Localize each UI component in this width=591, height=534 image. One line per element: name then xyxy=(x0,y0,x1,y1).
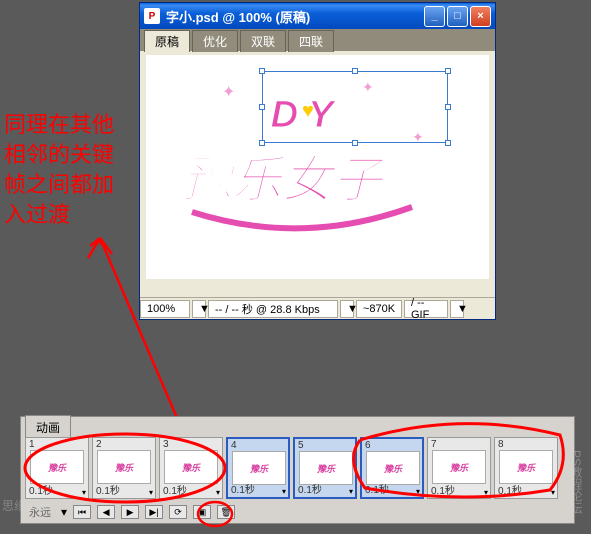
prev-frame-button[interactable]: ◀ xyxy=(97,505,115,519)
loop-dd-icon[interactable]: ▾ xyxy=(61,505,67,519)
new-frame-button[interactable]: ▣ xyxy=(193,505,211,519)
transform-selection[interactable] xyxy=(262,71,448,143)
zoom-dropdown[interactable]: ▼ xyxy=(192,300,206,318)
frame-4[interactable]: 4豫乐0.1秒▾ xyxy=(226,437,290,499)
frame-5[interactable]: 5豫乐0.1秒▾ xyxy=(293,437,357,499)
info-dropdown[interactable]: ▼ xyxy=(340,300,354,318)
tab-optimized[interactable]: 优化 xyxy=(192,30,238,52)
statusbar: 100% ▼ -- / -- 秒 @ 28.8 Kbps ▼ ~870K / -… xyxy=(140,297,495,319)
handle-ne[interactable] xyxy=(445,68,451,74)
annotation-text: 同理在其他 相邻的关键 帧之间都加 入过渡 xyxy=(4,110,114,230)
play-button[interactable]: ▶ xyxy=(121,505,139,519)
canvas[interactable]: D Y ♥ 豫乐女子 ✦ ✦ ✦ xyxy=(146,55,489,279)
tab-original[interactable]: 原稿 xyxy=(144,30,190,52)
handle-n[interactable] xyxy=(352,68,358,74)
handle-se[interactable] xyxy=(445,140,451,146)
watermark-right: PS教程论坛 xyxy=(568,450,585,514)
format-dropdown[interactable]: ▼ xyxy=(450,300,464,318)
first-frame-button[interactable]: ⏮ xyxy=(73,505,91,519)
titlebar[interactable]: P 字小.psd @ 100% (原稿) _ □ × xyxy=(140,3,495,29)
animation-tab[interactable]: 动画 xyxy=(25,415,71,439)
handle-w[interactable] xyxy=(259,104,265,110)
view-tabs: 原稿 优化 双联 四联 xyxy=(140,29,495,51)
close-button[interactable]: × xyxy=(470,6,491,27)
minimize-button[interactable]: _ xyxy=(424,6,445,27)
delete-frame-button[interactable]: 🗑 xyxy=(217,505,235,519)
frame-3[interactable]: 3豫乐0.1秒▾ xyxy=(159,437,223,499)
animation-panel: 动画 1豫乐0.1秒▾ 2豫乐0.1秒▾ 3豫乐0.1秒▾ 4豫乐0.1秒▾ 5… xyxy=(20,416,575,524)
tab-2up[interactable]: 双联 xyxy=(240,30,286,52)
frame-2[interactable]: 2豫乐0.1秒▾ xyxy=(92,437,156,499)
file-size: ~870K xyxy=(356,300,402,318)
document-window: P 字小.psd @ 100% (原稿) _ □ × 原稿 优化 双联 四联 D… xyxy=(139,2,496,320)
window-title: 字小.psd @ 100% (原稿) xyxy=(166,7,424,26)
animation-controls: 永远 ▾ ⏮ ◀ ▶ ▶| ⟳ ▣ 🗑 xyxy=(25,503,570,521)
tab-4up[interactable]: 四联 xyxy=(288,30,334,52)
next-frame-button[interactable]: ▶| xyxy=(145,505,163,519)
handle-sw[interactable] xyxy=(259,140,265,146)
svg-text:✦: ✦ xyxy=(222,84,235,101)
frame-1[interactable]: 1豫乐0.1秒▾ xyxy=(25,437,89,499)
frame-6[interactable]: 6豫乐0.1秒▾ xyxy=(360,437,424,499)
handle-s[interactable] xyxy=(352,140,358,146)
file-icon: P xyxy=(144,8,160,24)
frames-strip: 1豫乐0.1秒▾ 2豫乐0.1秒▾ 3豫乐0.1秒▾ 4豫乐0.1秒▾ 5豫乐0… xyxy=(25,437,570,501)
status-info: -- / -- 秒 @ 28.8 Kbps xyxy=(208,300,338,318)
watermark-left: 思缘设计 xyxy=(2,497,50,514)
handle-e[interactable] xyxy=(445,104,451,110)
svg-text:豫乐女子: 豫乐女子 xyxy=(182,152,387,208)
file-format: / -- GIF xyxy=(404,300,448,318)
maximize-button[interactable]: □ xyxy=(447,6,468,27)
frame-7[interactable]: 7豫乐0.1秒▾ xyxy=(427,437,491,499)
tween-button[interactable]: ⟳ xyxy=(169,505,187,519)
handle-nw[interactable] xyxy=(259,68,265,74)
zoom-value[interactable]: 100% xyxy=(140,300,190,318)
frame-8[interactable]: 8豫乐0.1秒▾ xyxy=(494,437,558,499)
